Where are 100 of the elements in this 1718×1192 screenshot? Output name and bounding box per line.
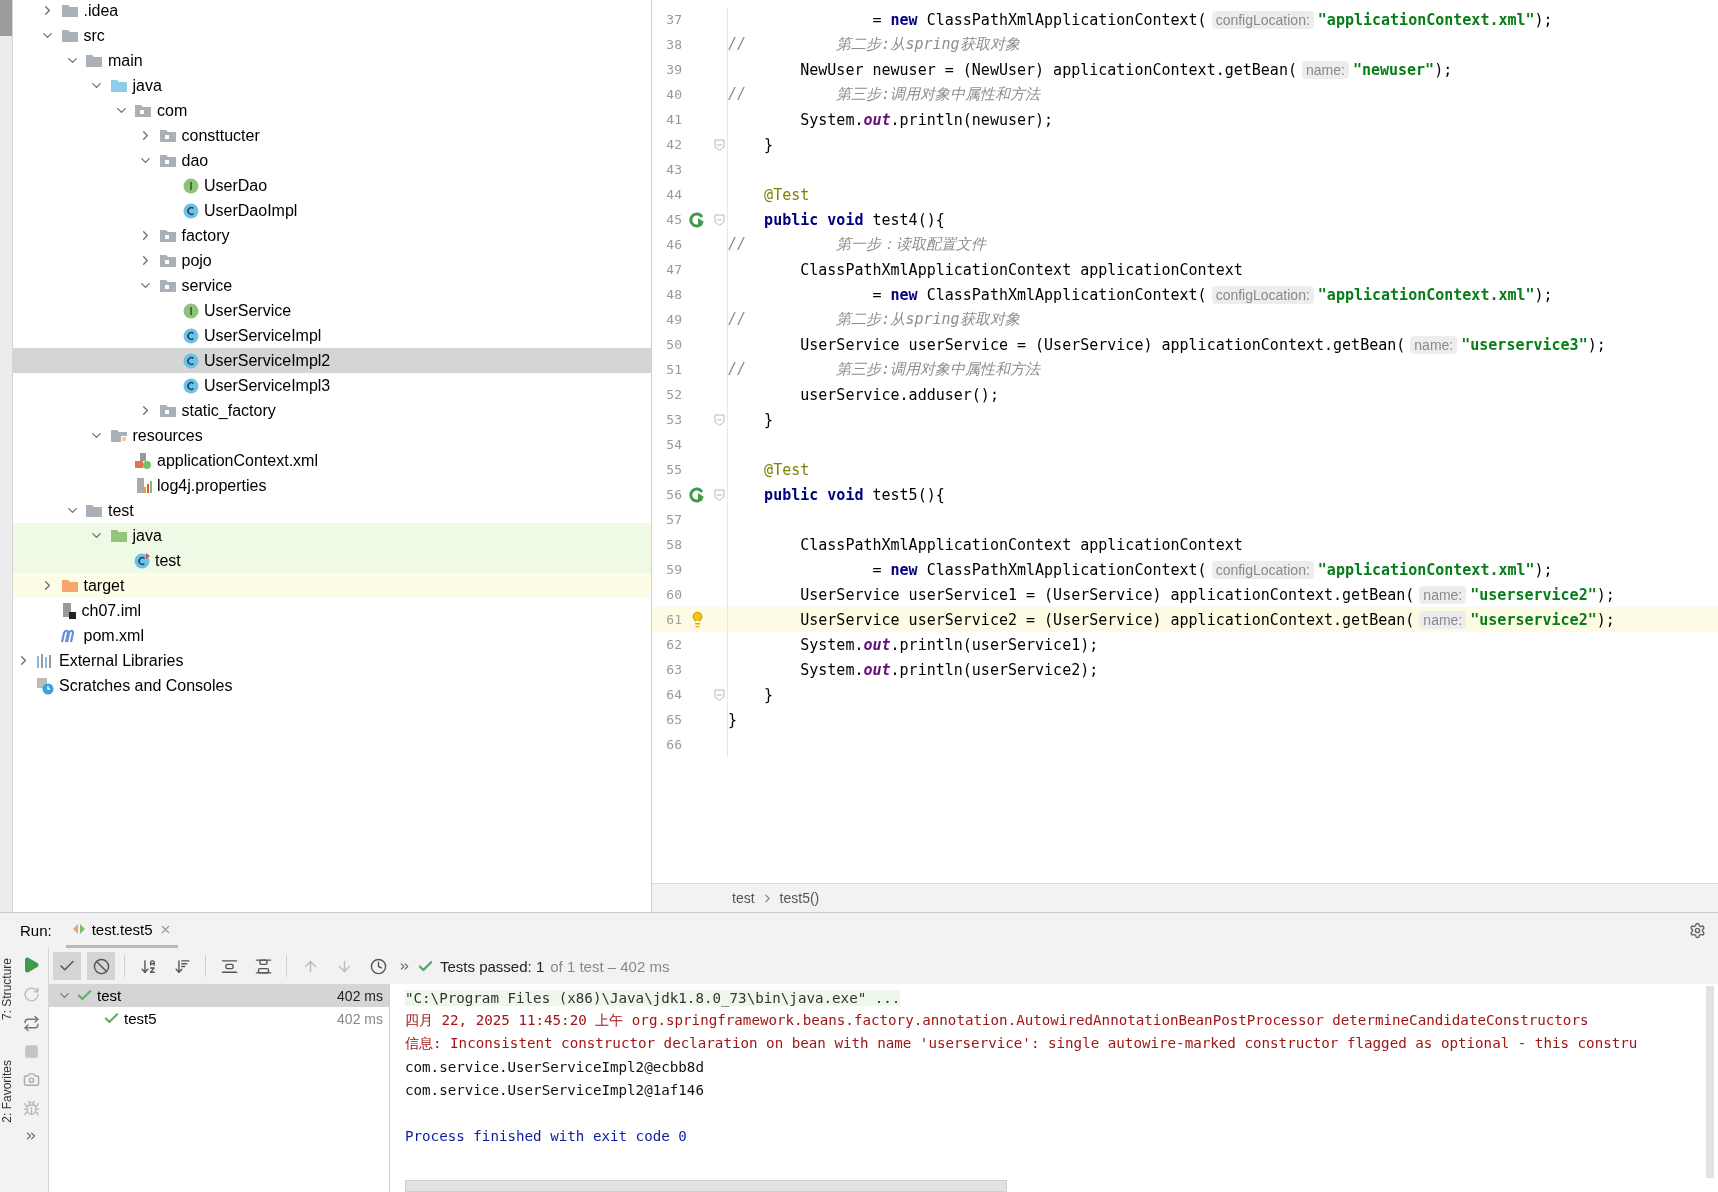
class-icon: [183, 327, 199, 344]
expand-icon: [220, 957, 238, 975]
libraries-icon: [36, 652, 54, 669]
tree-item[interactable]: main: [13, 48, 651, 73]
code-line: // 第一步：读取配置文件: [728, 235, 987, 254]
scratches-icon: [36, 676, 54, 695]
breadcrumb[interactable]: test5(): [779, 890, 820, 906]
tree-item[interactable]: resources: [13, 423, 651, 448]
run-icon[interactable]: [22, 956, 40, 974]
tree-item[interactable]: log4j.properties: [13, 473, 651, 498]
tree-item[interactable]: External Libraries: [13, 648, 651, 673]
code-line: }: [763, 410, 774, 429]
tree-item[interactable]: UserDaoImpl: [13, 198, 651, 223]
package-icon: [158, 278, 177, 293]
code-line: System.out.println(newuser);: [799, 110, 1054, 129]
tree-item[interactable]: UserServiceImpl: [13, 323, 651, 348]
code-line: public void test4(){: [763, 210, 945, 229]
tree-item[interactable]: UserServiceImpl3: [13, 373, 651, 398]
package-icon: [158, 253, 177, 268]
package-icon: [158, 128, 177, 143]
tree-item[interactable]: UserDao: [13, 173, 651, 198]
vertical-scrollbar[interactable]: [1706, 986, 1714, 1178]
ban-icon: [92, 957, 110, 975]
line-number: 42: [665, 137, 682, 152]
tree-item[interactable]: pojo: [13, 248, 651, 273]
line-number: 52: [665, 387, 682, 402]
clock-icon: [369, 957, 387, 975]
line-number: 47: [665, 262, 682, 277]
line-number: 41: [665, 112, 682, 127]
tree-item[interactable]: Scratches and Consoles: [13, 673, 651, 698]
console-line: Process finished with exit code 0: [405, 1127, 687, 1144]
line-number: 61: [665, 612, 682, 627]
folder-icon: [85, 53, 103, 68]
line-number: 53: [665, 412, 682, 427]
package-icon: [158, 228, 177, 243]
tree-item[interactable]: UserService: [13, 298, 651, 323]
code-line: // 第二步:从spring获取对象: [728, 310, 1020, 329]
tree-item[interactable]: ch07.iml: [13, 598, 651, 623]
console-line: com.service.UserServiceImpl2@1af146: [405, 1081, 704, 1098]
show-ignored-button[interactable]: [87, 952, 115, 980]
line-number: 49: [665, 312, 682, 327]
tree-item[interactable]: java: [13, 73, 651, 98]
test-run-icon: [71, 923, 86, 935]
code-line: // 第三步:调用对象中属性和方法: [728, 360, 1041, 379]
tree-item[interactable]: .idea: [13, 0, 651, 23]
line-number: 48: [665, 287, 682, 302]
tree-item[interactable]: applicationContext.xml: [13, 448, 651, 473]
tree-item[interactable]: consttucter: [13, 123, 651, 148]
settings-icon[interactable]: [1689, 922, 1706, 939]
more-icon[interactable]: [24, 1129, 38, 1143]
tree-item[interactable]: java: [13, 523, 651, 548]
tree-item[interactable]: src: [13, 23, 651, 48]
line-number: 65: [665, 712, 682, 727]
folder-icon: [60, 578, 79, 593]
code-line: = new ClassPathXmlApplicationContext( configLocation: "applicationContext.xml");: [871, 560, 1553, 579]
code-line: }: [763, 685, 774, 704]
tree-item[interactable]: service: [13, 273, 651, 298]
line-number: 62: [665, 637, 682, 652]
line-number: 39: [665, 62, 682, 77]
tree-item[interactable]: test: [13, 498, 651, 523]
tree-item[interactable]: factory: [13, 223, 651, 248]
tree-item[interactable]: UserServiceImpl2: [13, 348, 651, 373]
code-line: }: [728, 710, 738, 729]
folder-icon: [109, 428, 128, 443]
tree-item[interactable]: target: [13, 573, 651, 598]
run-test-icon[interactable]: [689, 211, 705, 228]
code-line: UserService userService2 = (UserService) applicationContext.getBean( name: "userservice2");: [799, 610, 1615, 629]
console-line: 四月 22, 2025 11:45:20 上午 org.springframework.beans.factory.annotation.AutowiredAnnotationBeanPostProcessor determineCandidateConstructors: [405, 1011, 1589, 1030]
breadcrumb[interactable]: test: [732, 890, 755, 906]
code-line: userService.adduser();: [799, 385, 999, 404]
side-tool-tab[interactable]: 2: Favorites: [0, 1060, 14, 1123]
tree-item[interactable]: test: [13, 548, 651, 573]
code-line: = new ClassPathXmlApplicationContext( configLocation: "applicationContext.xml");: [871, 285, 1553, 304]
test-row[interactable]: test 402 ms: [49, 984, 389, 1007]
code-line: System.out.println(userService1);: [799, 635, 1099, 654]
horizontal-scrollbar[interactable]: [405, 1180, 1007, 1192]
tree-item[interactable]: static_factory: [13, 398, 651, 423]
run-test-icon[interactable]: [689, 486, 705, 503]
code-line: System.out.println(userService2);: [799, 660, 1099, 679]
code-line: // 第二步:从spring获取对象: [728, 35, 1020, 54]
tree-item[interactable]: com: [13, 98, 651, 123]
class-icon: [183, 377, 199, 394]
code-line: = new ClassPathXmlApplicationContext( configLocation: "applicationContext.xml");: [871, 10, 1553, 29]
interface-icon: [183, 177, 199, 194]
show-passed-button[interactable]: [53, 952, 81, 980]
line-number: 51: [665, 362, 682, 377]
test-row[interactable]: test5 402 ms: [49, 1007, 389, 1030]
console-line: 信息: Inconsistent constructor declaration on bean with name 'userservice': single autowire-marked constructor flagged as optional - this constru: [405, 1034, 1638, 1053]
tab-label: test.test5: [91, 920, 153, 938]
collapse-icon: [254, 957, 272, 975]
folder-icon: [85, 503, 103, 518]
code-line: NewUser newuser = (NewUser) applicationContext.getBean( name: "newuser");: [799, 60, 1453, 79]
side-tool-tab[interactable]: 7: Structure: [0, 958, 14, 1021]
line-number: 64: [665, 687, 682, 702]
line-number: 38: [665, 37, 682, 52]
line-number: 40: [665, 87, 682, 102]
tree-item[interactable]: pom.xml: [13, 623, 651, 648]
code-line: }: [763, 135, 774, 154]
tree-item[interactable]: dao: [13, 148, 651, 173]
class-icon: [134, 552, 150, 569]
